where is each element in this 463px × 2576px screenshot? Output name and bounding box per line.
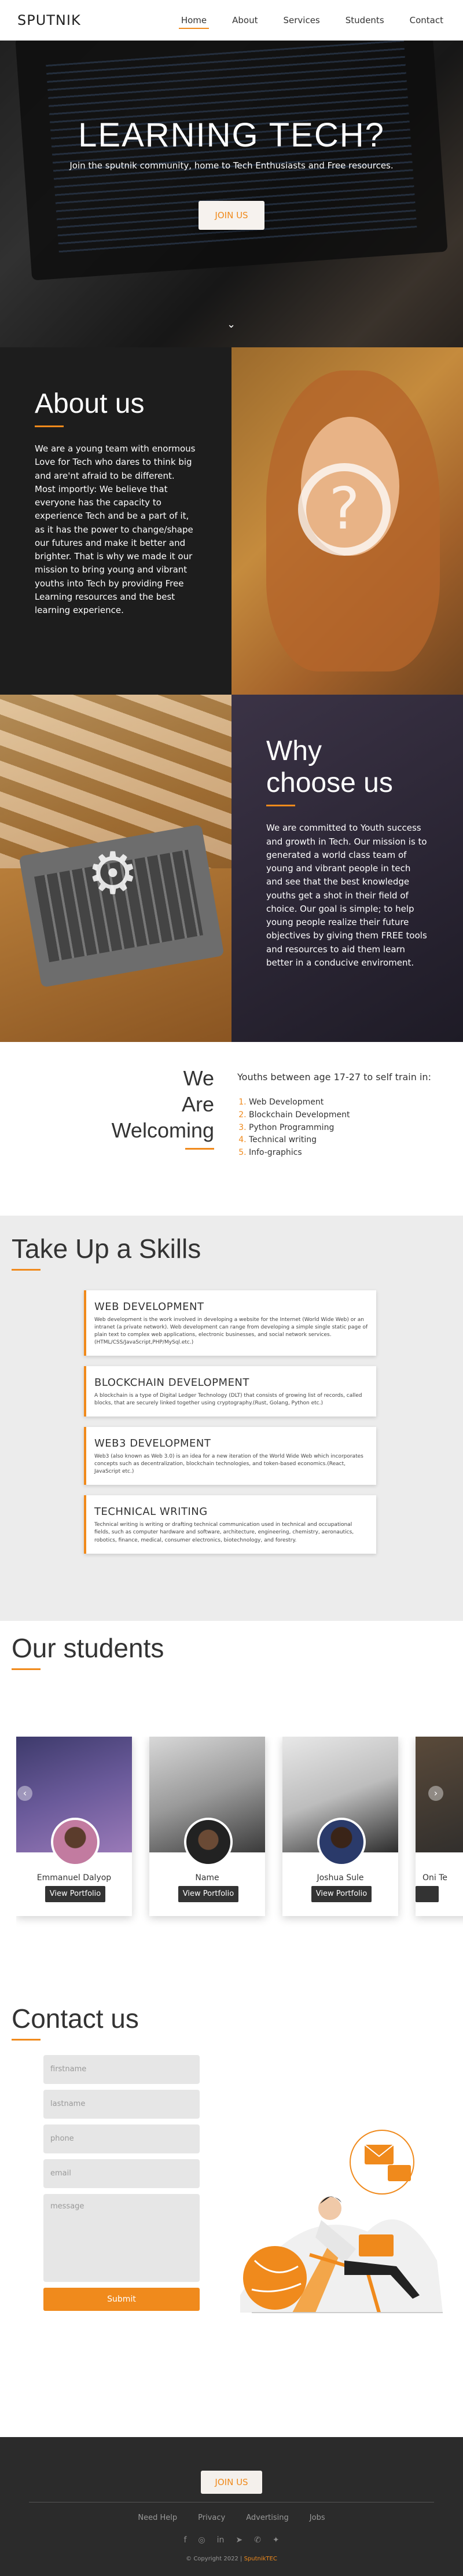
phone-field[interactable]: phone: [43, 2124, 200, 2153]
carousel-prev-icon[interactable]: ‹: [17, 1786, 32, 1801]
student-name: Oni Te: [422, 1873, 448, 1883]
nav-about[interactable]: About: [230, 12, 260, 29]
linkedin-icon[interactable]: in: [217, 2535, 225, 2545]
skill-card-technical-writing[interactable]: TECHNICAL WRITING Technical writing is w…: [84, 1495, 376, 1554]
view-portfolio-button[interactable]: View Portfolio: [178, 1886, 238, 1902]
nav-services[interactable]: Services: [281, 12, 322, 29]
student-name: Emmanuel Dalyop: [36, 1873, 112, 1883]
about-photo: ?: [232, 347, 463, 695]
why-title-line2: choose us: [266, 768, 393, 799]
footer-link-help[interactable]: Need Help: [138, 2513, 177, 2522]
view-portfolio-button[interactable]: View Portfolio: [311, 1886, 372, 1902]
about-text-panel: About us We are a young team with enormo…: [0, 347, 232, 695]
students-title: Our students: [12, 1633, 164, 1663]
hero-content: LEARNING TECH? Join the sputnik communit…: [0, 116, 463, 230]
skills-title: Take Up a Skills: [12, 1234, 201, 1264]
hero-title: LEARNING TECH?: [78, 116, 385, 154]
facebook-icon[interactable]: f: [183, 2535, 186, 2545]
about-body: We are a young team with enormous Love f…: [35, 443, 196, 616]
skill-card-web[interactable]: WEB DEVELOPMENT Web development is the w…: [84, 1290, 376, 1356]
skill-card-web3[interactable]: WEB3 DEVELOPMENT Web3 (also known as Web…: [84, 1427, 376, 1485]
nav-contact[interactable]: Contact: [407, 12, 446, 29]
welcome-heading: We Are Welcoming: [29, 1065, 214, 1192]
footer-links: Need Help Privacy Advertising Jobs: [0, 2513, 463, 2522]
list-item: Blockchain Development: [249, 1109, 434, 1122]
site-footer: JOIN US Need Help Privacy Advertising Jo…: [0, 2437, 463, 2576]
avatar: [317, 1818, 366, 1866]
welcome-section: We Are Welcoming Youths between age 17-2…: [0, 1042, 463, 1216]
instagram-icon[interactable]: ◎: [198, 2535, 205, 2545]
nav-home[interactable]: Home: [178, 12, 210, 29]
why-title-line1: Why: [266, 736, 322, 766]
footer-link-privacy[interactable]: Privacy: [198, 2513, 225, 2522]
skill-card-blockchain[interactable]: BLOCKCHAIN DEVELOPMENT A blockchain is a…: [84, 1366, 376, 1417]
contact-illustration: [240, 2130, 443, 2313]
footer-join-button[interactable]: JOIN US: [201, 2471, 262, 2494]
list-item: Python Programming: [249, 1122, 434, 1135]
about-title: About us: [35, 388, 145, 419]
submit-button[interactable]: Submit: [43, 2288, 200, 2311]
whatsapp-icon[interactable]: ✆: [254, 2535, 261, 2545]
site-logo[interactable]: SPUTNIK: [17, 12, 81, 28]
top-navbar: SPUTNIK Home About Services Students Con…: [0, 0, 463, 41]
about-section: About us We are a young team with enormo…: [0, 347, 463, 695]
footer-link-advertising[interactable]: Advertising: [246, 2513, 289, 2522]
footer-link-jobs[interactable]: Jobs: [310, 2513, 325, 2522]
student-name: Joshua Sule: [317, 1873, 364, 1883]
student-card: Name View Portfolio: [149, 1737, 265, 1916]
why-photo: ⚙: [0, 695, 232, 1042]
view-portfolio-button[interactable]: View Portfolio: [45, 1886, 105, 1902]
twitter-icon[interactable]: ✦: [273, 2535, 280, 2545]
why-section: ⚙ Why choose us We are committed to Yout…: [0, 695, 463, 1042]
list-item: Web Development: [249, 1096, 434, 1109]
footer-brand[interactable]: SputnikTEC: [244, 2556, 277, 2562]
join-us-button[interactable]: JOIN US: [199, 201, 264, 230]
students-section: Our students Emmanuel Dalyop View Portfo…: [0, 1621, 463, 1991]
why-text-panel: Why choose us We are committed to Youth …: [232, 695, 463, 1042]
student-card: Oni Te: [416, 1737, 463, 1916]
avatar: [51, 1818, 100, 1866]
lastname-field[interactable]: lastname: [43, 2090, 200, 2119]
list-item: Info-graphics: [249, 1147, 434, 1159]
nav-students[interactable]: Students: [343, 12, 387, 29]
contact-title: Contact us: [12, 2003, 139, 2034]
students-carousel: Emmanuel Dalyop View Portfolio Name View…: [16, 1737, 463, 1928]
student-card: Joshua Sule View Portfolio: [282, 1737, 398, 1916]
contact-form: firstname lastname phone email message S…: [43, 2055, 200, 2311]
gear-icon: ⚙: [87, 839, 139, 907]
list-item: Technical writing: [249, 1134, 434, 1147]
question-mark-icon: ?: [298, 463, 391, 556]
social-icons: f ◎ in ➤ ✆ ✦: [0, 2535, 463, 2545]
carousel-next-icon[interactable]: ›: [428, 1786, 443, 1801]
avatar: [184, 1818, 233, 1866]
copyright: © Copyright 2022 | SputnikTEC: [186, 2556, 277, 2562]
student-card: Emmanuel Dalyop View Portfolio: [16, 1737, 132, 1916]
email-field[interactable]: email: [43, 2159, 200, 2188]
skills-section: Take Up a Skills WEB DEVELOPMENT Web dev…: [0, 1216, 463, 1621]
contact-section: Contact us firstname lastname phone emai…: [0, 1991, 463, 2437]
welcome-subheading: Youths between age 17-27 to self train i…: [237, 1072, 431, 1082]
student-name: Name: [195, 1873, 219, 1883]
hero-section: LEARNING TECH? Join the sputnik communit…: [0, 41, 463, 347]
telegram-icon[interactable]: ➤: [236, 2535, 242, 2545]
course-list: Web Development Blockchain Development P…: [237, 1096, 434, 1159]
main-menu: Home About Services Students Contact: [178, 12, 446, 29]
scroll-down-icon[interactable]: ⌄: [227, 318, 236, 331]
firstname-field[interactable]: firstname: [43, 2055, 200, 2084]
message-field[interactable]: message: [43, 2194, 200, 2282]
why-body: We are committed to Youth success and gr…: [266, 823, 427, 968]
welcome-details: Youths between age 17-27 to self train i…: [214, 1065, 434, 1192]
hero-subtitle: Join the sputnik community, home to Tech…: [69, 160, 394, 171]
skill-cards: WEB DEVELOPMENT Web development is the w…: [84, 1290, 376, 1554]
view-portfolio-button[interactable]: [416, 1886, 439, 1902]
